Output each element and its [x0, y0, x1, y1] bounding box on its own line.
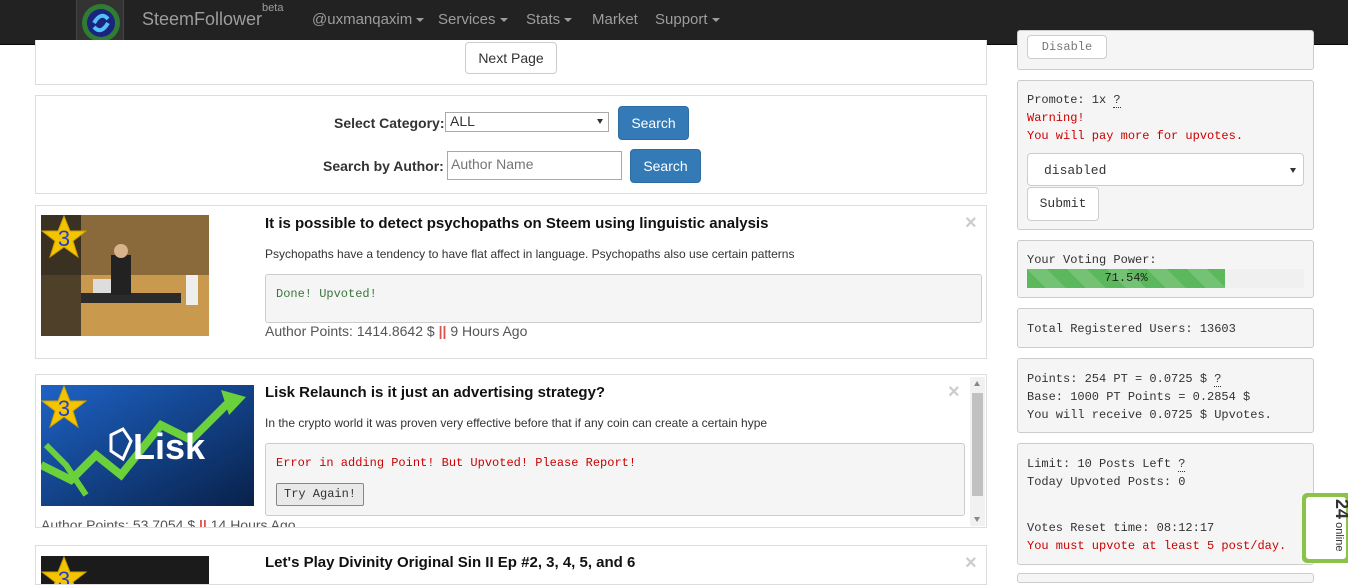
next-page-button[interactable]: Next Page [465, 42, 557, 74]
online-counter-widget[interactable]: 24 online [1302, 493, 1348, 563]
warning-text: You will pay more for upvotes. [1027, 129, 1244, 143]
scroll-thumb[interactable] [972, 393, 983, 496]
points-panel: Points: 254 PT = 0.0725 $ ? Base: 1000 P… [1017, 358, 1314, 433]
help-icon: ? [1214, 372, 1222, 387]
author-points: Author Points: 53.7054 $ || 14 Hours Ago [41, 517, 296, 528]
status-message: Error in adding Point! But Upvoted! Plea… [276, 456, 637, 470]
nav-support-menu[interactable]: Support [655, 11, 720, 28]
brand-logo[interactable] [76, 0, 124, 45]
post-thumbnail[interactable]: 3 [41, 556, 209, 585]
status-well: Error in adding Point! But Upvoted! Plea… [265, 443, 965, 516]
brand-name[interactable]: SteemFollowerbeta [142, 2, 283, 30]
limit-text: Limit: 10 Posts Left ? [1027, 457, 1186, 472]
voting-power-label: Your Voting Power: [1027, 253, 1157, 267]
post-description: In the crypto world it was proven very e… [265, 416, 768, 430]
dropdown-arrow-icon [1290, 168, 1296, 173]
disable-button[interactable]: Disable [1027, 35, 1107, 59]
submit-button[interactable]: Submit [1027, 187, 1099, 221]
promote-label: Promote: 1x ? [1027, 93, 1121, 108]
caret-down-icon [564, 18, 573, 23]
dropdown-arrow-icon [597, 119, 603, 124]
pagination-panel: Next Page [35, 40, 987, 85]
star-rank-icon: 3 [41, 385, 87, 429]
help-icon: ? [1113, 93, 1121, 108]
voting-power-bar: 71.54% [1027, 269, 1226, 288]
close-icon[interactable]: × [965, 212, 977, 235]
online-counter-inner: 24 online [1306, 497, 1348, 559]
post-title[interactable]: Let's Play Divinity Original Sin II Ep #… [265, 554, 635, 571]
post-card: Lisk 3 Lisk Relaunch is it just an adver… [35, 374, 987, 528]
status-message: Done! Upvoted! [276, 287, 377, 301]
separator: || [438, 323, 447, 339]
scroll-down-icon[interactable] [974, 517, 980, 522]
total-users-text: Total Registered Users: 13603 [1027, 322, 1236, 336]
points-text: Points: 254 PT = 0.0725 $ ? [1027, 372, 1222, 387]
total-users-panel: Total Registered Users: 13603 [1017, 308, 1314, 348]
try-again-button[interactable]: Try Again! [276, 483, 365, 506]
scroll-up-icon[interactable] [974, 381, 980, 386]
voting-power-progress: 71.54% [1027, 269, 1304, 288]
thumbnail-caption: Lisk [133, 426, 206, 467]
author-search-button[interactable]: Search [630, 149, 701, 183]
nav-services-menu[interactable]: Services [438, 11, 508, 28]
caret-down-icon [416, 18, 425, 23]
star-rank-icon: 3 [41, 556, 87, 585]
post-thumbnail[interactable]: 3 [41, 215, 209, 336]
status-well: Done! Upvoted! [265, 274, 982, 323]
promote-panel: Promote: 1x ? Warning! You will pay more… [1017, 80, 1314, 230]
category-label: Select Category: [334, 115, 445, 131]
post-card: 3 It is possible to detect psychopaths o… [35, 205, 987, 359]
nav-user-menu[interactable]: @uxmanqaxim [312, 11, 425, 28]
brand-beta-tag: beta [262, 2, 284, 14]
close-icon[interactable]: × [948, 381, 960, 404]
reset-time-text: Votes Reset time: 08:12:17 [1027, 521, 1215, 535]
separator: || [199, 517, 207, 528]
help-icon: ? [1178, 457, 1186, 472]
star-rank-icon: 3 [41, 215, 87, 259]
caret-down-icon [711, 18, 720, 23]
rank-badge: 3 [58, 396, 70, 421]
online-counter-text: 24 online [1332, 499, 1348, 552]
limit-panel: Limit: 10 Posts Left ? Today Upvoted Pos… [1017, 443, 1314, 565]
search-panel: Select Category: ALL Search Search by Au… [35, 95, 987, 194]
rank-badge: 3 [58, 226, 70, 251]
post-scrollbar[interactable] [970, 377, 985, 526]
nav-market-link[interactable]: Market [592, 11, 638, 28]
receive-text: You will receive 0.0725 $ Upvotes. [1027, 408, 1272, 422]
author-label: Search by Author: [323, 158, 444, 174]
minimum-upvote-warning: You must upvote at least 5 post/day. [1027, 539, 1287, 553]
caret-down-icon [499, 18, 508, 23]
warning-title: Warning! [1027, 111, 1085, 125]
promote-select[interactable]: disabled [1027, 153, 1304, 186]
disable-panel: Disable [1017, 30, 1314, 70]
post-title[interactable]: It is possible to detect psychopaths on … [265, 215, 768, 232]
post-description: Psychopaths have a tendency to have flat… [265, 247, 795, 261]
nav-stats-menu[interactable]: Stats [526, 11, 573, 28]
post-card: 3 Let's Play Divinity Original Sin II Ep… [35, 545, 987, 585]
category-search-button[interactable]: Search [618, 106, 689, 140]
author-search-input[interactable]: Author Name [447, 151, 622, 180]
post-thumbnail[interactable]: Lisk 3 [41, 385, 254, 506]
post-title[interactable]: Lisk Relaunch is it just an advertising … [265, 384, 605, 401]
today-upvoted-text: Today Upvoted Posts: 0 [1027, 475, 1186, 489]
next-side-panel [1017, 573, 1314, 583]
category-select[interactable]: ALL [445, 112, 609, 132]
author-points: Author Points: 1414.8642 $ || 9 Hours Ag… [265, 323, 528, 339]
base-text: Base: 1000 PT Points = 0.2854 $ [1027, 390, 1251, 404]
steem-logo-icon [82, 4, 120, 42]
close-icon[interactable]: × [965, 552, 977, 575]
rank-badge: 3 [58, 567, 70, 585]
